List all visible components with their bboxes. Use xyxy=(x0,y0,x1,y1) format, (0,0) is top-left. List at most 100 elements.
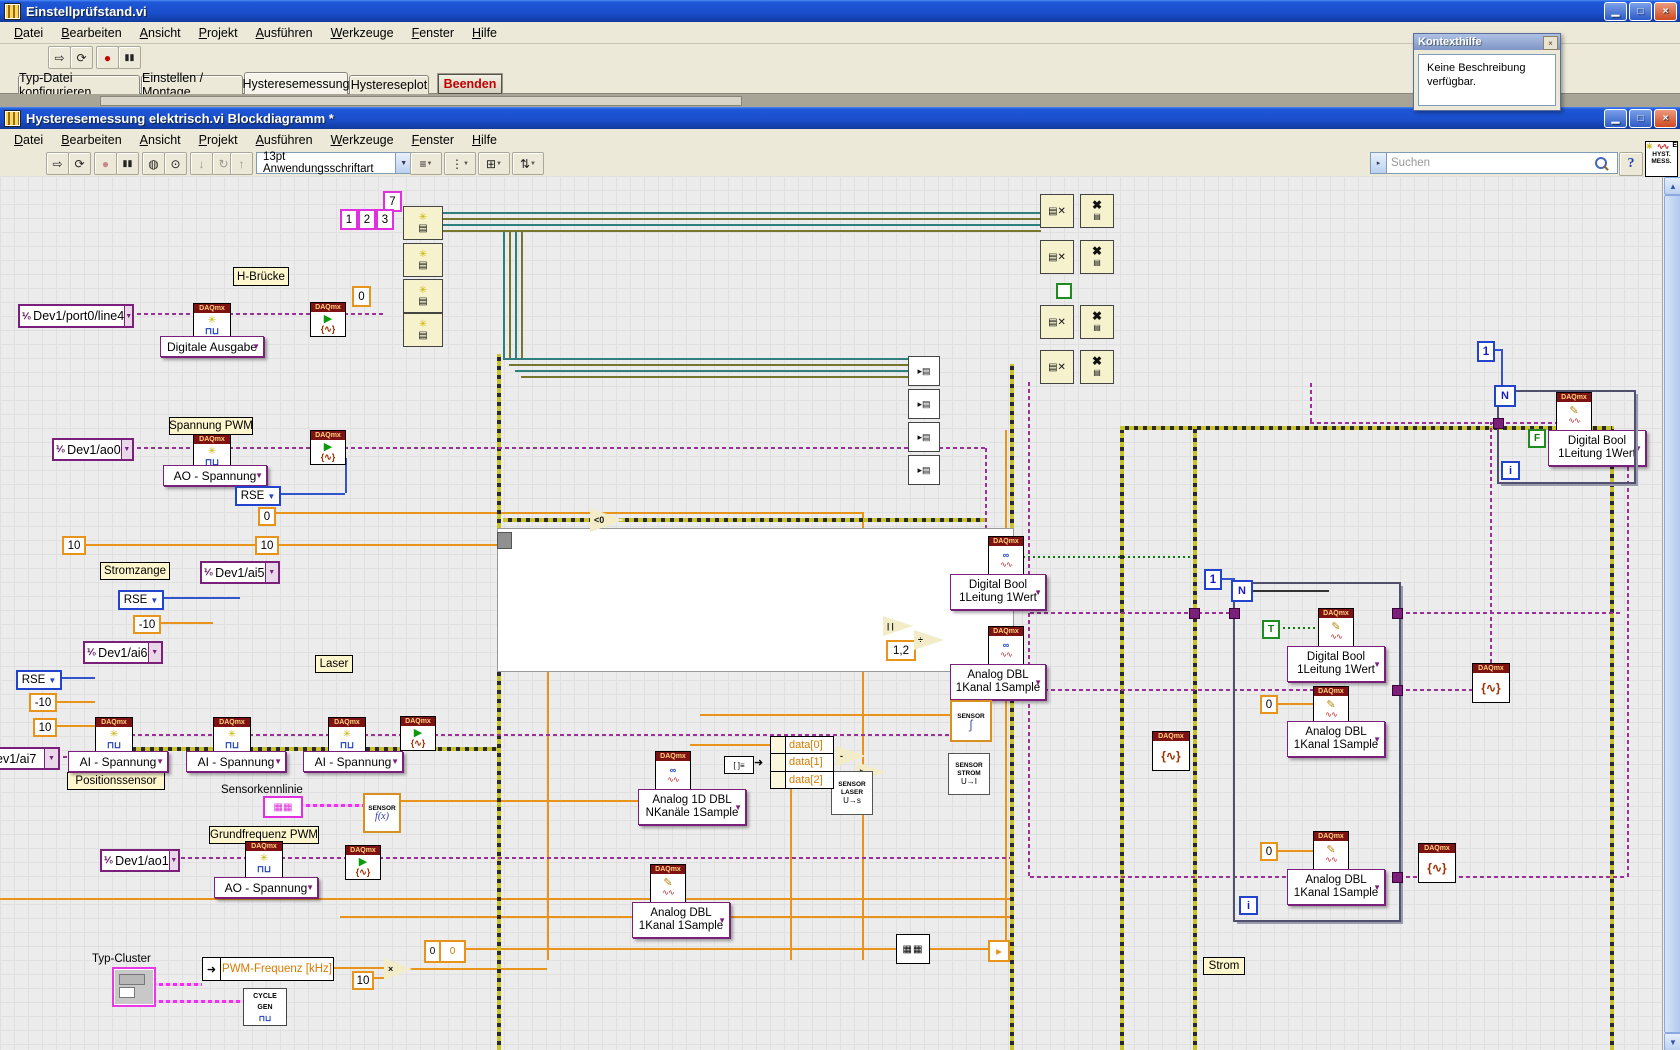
daqmx-create-channel-node[interactable]: DAQmx✳⊓⊔ xyxy=(213,717,251,754)
dropdown-ai-spannung[interactable]: AI - Spannung▼ xyxy=(186,751,286,772)
block-diagram-canvas[interactable]: H-Brücke Spannung PWM Stromzange Laser P… xyxy=(0,176,1662,1050)
daqmx-start-task-node[interactable]: DAQmx▶{∿} xyxy=(310,430,346,465)
minimize-button[interactable]: ▁ xyxy=(1604,109,1627,128)
obtain-queue-node[interactable]: ✳▤ xyxy=(403,206,443,240)
dropdown-rse[interactable]: RSE▼ xyxy=(16,670,62,690)
loop-iteration-terminal[interactable]: i xyxy=(1239,896,1258,915)
release-queue-node[interactable]: ▤✕ xyxy=(1040,194,1074,228)
constant-10[interactable]: 10 xyxy=(352,971,374,990)
context-help-close-icon[interactable]: × xyxy=(1543,36,1558,50)
tab-einstellen[interactable]: Einstellen / Montage xyxy=(141,75,243,94)
chevron-down-icon[interactable]: ▼ xyxy=(148,643,161,662)
daqmx-start-task-node[interactable]: DAQmx▶{∿} xyxy=(345,845,381,880)
loop-iteration-terminal[interactable]: i xyxy=(1501,461,1520,480)
constant-1[interactable]: 1 xyxy=(1477,341,1495,362)
constant-true-small[interactable] xyxy=(1056,283,1072,299)
menu-bearbeiten[interactable]: Bearbeiten xyxy=(53,131,129,149)
menu-projekt[interactable]: Projekt xyxy=(191,131,246,149)
multiply-node[interactable]: × xyxy=(384,958,412,980)
font-selector[interactable]: 13pt Anwendungsschriftart ▼ xyxy=(256,152,412,174)
cycle-gen-subvi[interactable]: CYCLE GEN ⊓⊔ xyxy=(243,988,287,1026)
context-help-window[interactable]: Kontexthilfe × Keine Beschreibung verfüg… xyxy=(1413,33,1561,111)
run-button[interactable]: ⇨ xyxy=(48,46,71,69)
label-laser[interactable]: Laser xyxy=(315,655,353,673)
menu-fenster[interactable]: Fenster xyxy=(404,131,462,149)
maximize-button[interactable]: □ xyxy=(1629,2,1652,21)
dropdown-rse[interactable]: RSE▼ xyxy=(235,486,281,506)
chevron-down-icon[interactable]: ▼ xyxy=(265,563,278,582)
daqmx-read-node[interactable]: DAQmx∞∿∿ xyxy=(988,536,1024,575)
dropdown-ao-spannung[interactable]: AO - Spannung▼ xyxy=(214,877,318,898)
typ-cluster-control[interactable] xyxy=(112,967,156,1007)
run-continuous-button[interactable]: ⟳ xyxy=(70,46,93,69)
constant-10[interactable]: 10 xyxy=(33,718,57,737)
close-button[interactable]: × xyxy=(1654,109,1677,128)
label-sensorkennlinie[interactable]: Sensorkennlinie xyxy=(221,784,303,796)
constant-2[interactable]: 2 xyxy=(358,209,376,230)
dropdown-digital-bool[interactable]: Digital Bool1Leitung 1Wert▼ xyxy=(950,574,1046,610)
menu-datei[interactable]: Datei xyxy=(6,24,51,42)
beenden-button[interactable]: Beenden xyxy=(438,74,502,94)
menu-bearbeiten[interactable]: Bearbeiten xyxy=(53,24,129,42)
release-queue-node[interactable]: ▤✕ xyxy=(1040,240,1074,274)
abort-button[interactable]: ● xyxy=(94,152,117,175)
constant-0[interactable]: 0 xyxy=(258,507,276,526)
loop-count-terminal[interactable]: N xyxy=(1231,580,1253,602)
io-constant-ao0[interactable]: ⅟₀Dev1/ao0▼ xyxy=(52,438,134,461)
chevron-down-icon[interactable]: ▼ xyxy=(395,153,411,173)
enqueue-element-node[interactable]: ▸▤ xyxy=(908,389,940,419)
array-constant-0[interactable]: 0 0 xyxy=(424,940,466,963)
obtain-queue-node[interactable]: ✳▤ xyxy=(403,279,443,313)
loop-tunnel[interactable] xyxy=(1392,608,1403,619)
pause-button[interactable]: ▮▮ xyxy=(118,46,141,69)
daqmx-clear-task-node[interactable]: DAQmx{∿} xyxy=(1152,731,1190,771)
dropdown-ai-spannung[interactable]: AI - Spannung▼ xyxy=(303,751,403,772)
tab-hystereseplot[interactable]: Hystereseplot xyxy=(349,75,429,94)
vertical-scrollbar[interactable]: ▲ ▼ xyxy=(1662,176,1680,1050)
daqmx-read-node[interactable]: DAQmx∞∿∿ xyxy=(655,751,691,790)
panel-scroll[interactable] xyxy=(100,96,742,106)
dropdown-ai-spannung[interactable]: AI - Spannung▼ xyxy=(68,751,168,772)
release-queue-node[interactable]: ▤✕ xyxy=(1040,350,1074,384)
constant-1[interactable]: 1 xyxy=(1204,569,1222,590)
obtain-queue-node[interactable]: ✳▤ xyxy=(403,313,443,347)
chevron-down-icon[interactable]: ▼ xyxy=(121,440,132,459)
menu-ansicht[interactable]: Ansicht xyxy=(132,131,189,149)
loop-tunnel[interactable] xyxy=(1392,685,1403,696)
io-constant-ai5[interactable]: ⅟₀Dev1/ai5▼ xyxy=(200,561,280,584)
dropdown-analog-1d-dbl[interactable]: Analog 1D DBLNKanäle 1Sample▼ xyxy=(638,789,746,825)
dequeue-element-node[interactable]: ✖▤ xyxy=(1080,305,1114,339)
run-continuous-button[interactable]: ⟳ xyxy=(68,152,91,175)
dropdown-digitale-ausgabe[interactable]: Digitale Ausgabe▼ xyxy=(160,336,264,357)
label-typ-cluster[interactable]: Typ-Cluster xyxy=(92,953,151,965)
maximize-button[interactable]: □ xyxy=(1629,109,1652,128)
menu-ausfuehren[interactable]: Ausführen xyxy=(248,24,321,42)
label-h-bruecke[interactable]: H-Brücke xyxy=(233,267,289,286)
daqmx-clear-task-node[interactable]: DAQmx{∿} xyxy=(1472,663,1510,703)
io-constant-ai6[interactable]: ⅟₀Dev1/ai6▼ xyxy=(83,641,163,664)
label-stromzange[interactable]: Stromzange xyxy=(100,562,170,580)
label-spannung-pwm[interactable]: Spannung PWM xyxy=(169,417,253,435)
sensor-strom-subvi[interactable]: SENSORSTROMU→I xyxy=(948,753,990,795)
daqmx-read-node[interactable]: DAQmx∞∿∿ xyxy=(988,626,1024,665)
build-array-node[interactable]: ▦▦ xyxy=(896,934,930,964)
reorder-objects-button[interactable]: ⇅▼ xyxy=(512,152,544,175)
menu-hilfe[interactable]: Hilfe xyxy=(464,131,505,149)
constant-10[interactable]: 10 xyxy=(62,536,86,555)
menu-datei[interactable]: Datei xyxy=(6,131,51,149)
menu-hilfe[interactable]: Hilfe xyxy=(464,24,505,42)
index-array-node[interactable]: [ ]≡ xyxy=(724,756,754,774)
help-button[interactable]: ? xyxy=(1619,152,1643,176)
label-strom[interactable]: Strom xyxy=(1203,957,1245,975)
loop-tunnel[interactable] xyxy=(1493,418,1504,429)
io-constant-ao1[interactable]: ⅟₀Dev1/ao1▼ xyxy=(100,849,180,872)
enqueue-element-node[interactable]: ▸▤ xyxy=(908,356,940,386)
sensorkennlinie-array-constant[interactable]: ▦▦ xyxy=(263,796,303,818)
daqmx-write-node[interactable]: DAQmx✎∿∿ xyxy=(650,864,686,903)
daqmx-clear-task-node[interactable]: DAQmx{∿} xyxy=(1418,843,1456,883)
constant-3[interactable]: 3 xyxy=(376,209,394,230)
close-button[interactable]: × xyxy=(1654,2,1677,21)
minimize-button[interactable]: ▁ xyxy=(1604,2,1627,21)
menu-ausfuehren[interactable]: Ausführen xyxy=(248,131,321,149)
daqmx-start-task-node[interactable]: DAQmx▶{∿} xyxy=(310,302,346,337)
